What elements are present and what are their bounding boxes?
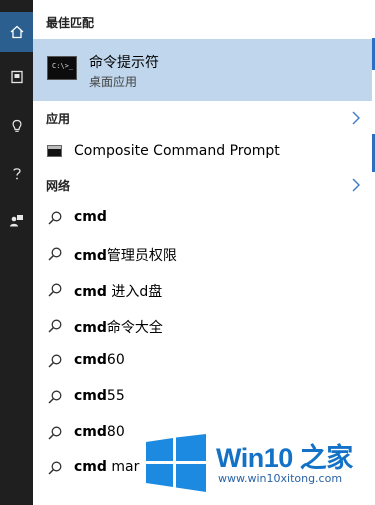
search-icon [48, 211, 62, 225]
web-suggestion[interactable]: cmd 进入d盘 [33, 276, 372, 304]
app-result-composite-command-prompt[interactable]: Composite Command Prompt [33, 139, 372, 167]
web-suggestion-text: cmd80 [74, 424, 125, 440]
web-suggestion[interactable]: cmd55 [33, 383, 372, 411]
web-suggestion-text: cmd55 [74, 388, 125, 404]
command-prompt-icon [47, 145, 62, 157]
help-icon[interactable] [0, 153, 33, 193]
section-apps: 应用 [46, 112, 71, 126]
section-web: 网络 [46, 179, 71, 193]
web-suggestion[interactable]: cmd60 [33, 347, 372, 375]
left-rail [0, 0, 33, 505]
watermark-brand: Win10 之家 [216, 443, 353, 473]
web-suggestion-text: cmd mar [74, 459, 140, 475]
best-match-title: 命令提示符 [89, 55, 159, 71]
watermark-logo: Win10 之家 www.win10xitong.com [140, 434, 375, 492]
best-match-result[interactable]: C:\>_ 命令提示符 桌面应用 [33, 39, 372, 101]
section-best-match: 最佳匹配 [46, 16, 95, 30]
web-suggestion[interactable]: cmd管理员权限 [33, 240, 372, 268]
search-icon [48, 319, 62, 333]
lightbulb-icon[interactable] [0, 106, 33, 146]
web-suggestion-text: cmd命令大全 [74, 320, 163, 336]
app-result-label: Composite Command Prompt [74, 143, 280, 159]
home-icon[interactable] [0, 12, 33, 52]
web-suggestion-text: cmd管理员权限 [74, 248, 177, 264]
best-match-subtitle: 桌面应用 [89, 75, 138, 89]
web-suggestion-text: cmd60 [74, 352, 125, 368]
search-icon [48, 247, 62, 261]
chevron-right-icon[interactable] [350, 110, 362, 126]
command-prompt-icon: C:\>_ [47, 56, 77, 80]
document-icon[interactable] [0, 57, 33, 97]
web-suggestion[interactable]: cmd [33, 204, 372, 232]
search-results-panel: 最佳匹配 C:\>_ 命令提示符 桌面应用 应用 Composite Comma… [33, 0, 375, 505]
search-icon [48, 390, 62, 404]
web-suggestion-text: cmd 进入d盘 [74, 284, 163, 300]
web-suggestion-text: cmd [74, 209, 107, 225]
feedback-icon[interactable] [0, 200, 33, 240]
search-icon [48, 283, 62, 297]
search-icon [48, 426, 62, 440]
search-icon [48, 461, 62, 475]
chevron-right-icon[interactable] [350, 177, 362, 193]
web-suggestion[interactable]: cmd命令大全 [33, 312, 372, 340]
windows-logo-icon [146, 434, 206, 492]
search-icon [48, 354, 62, 368]
watermark-url: www.win10xitong.com [218, 472, 343, 485]
